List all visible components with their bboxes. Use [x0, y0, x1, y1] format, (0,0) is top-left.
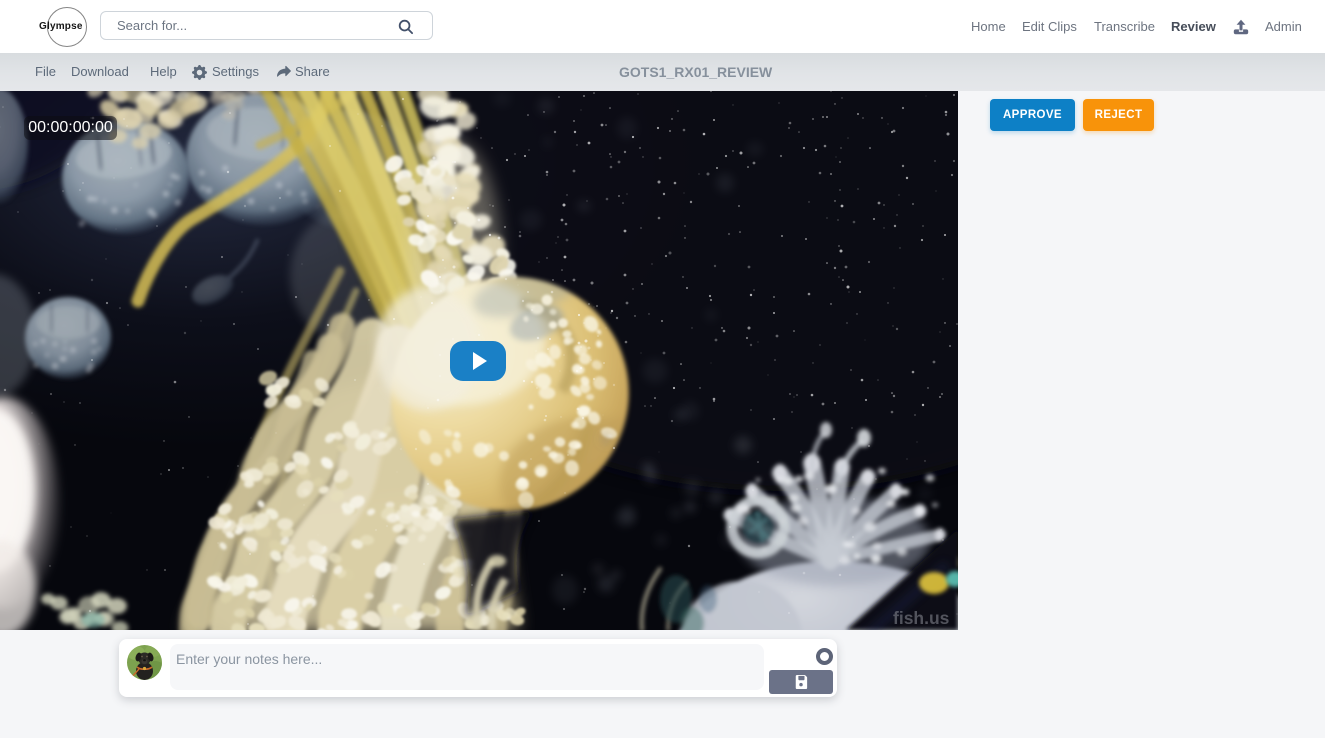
svg-text:fish.us: fish.us [893, 608, 950, 628]
